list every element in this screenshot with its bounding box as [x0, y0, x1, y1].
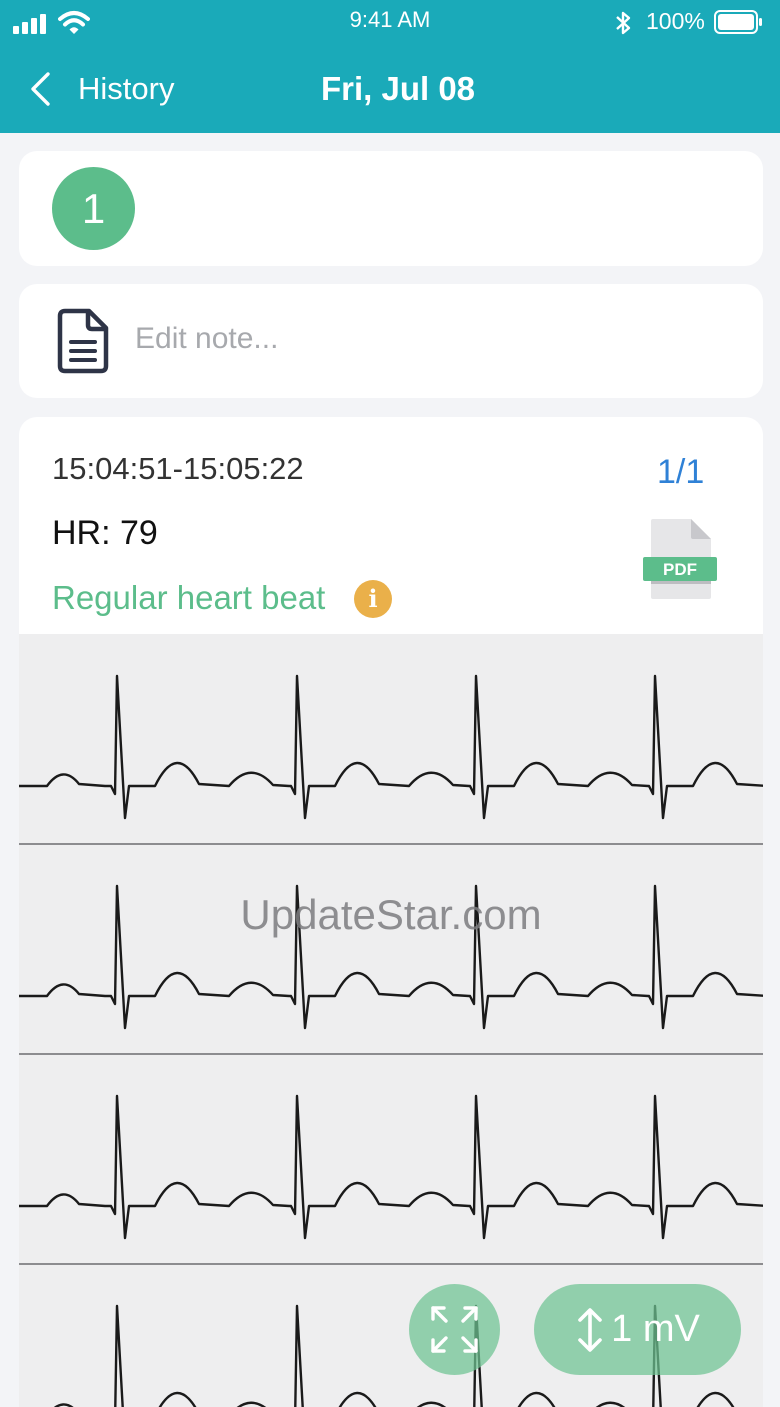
ecg-record-card: 15:04:51-15:05:22 1/1 HR: 79 Regular hea… — [19, 417, 763, 1407]
status-bar: 9:41 AM 100% — [0, 0, 780, 44]
chevron-left-icon — [31, 72, 50, 106]
note-placeholder: Edit note... — [135, 322, 279, 355]
page-title: Fri, Jul 08 — [320, 70, 476, 107]
ecg-trace — [19, 674, 763, 820]
back-button[interactable]: History — [28, 66, 174, 112]
battery-percent: 100% — [646, 8, 705, 34]
note-field[interactable]: Edit note... — [19, 284, 763, 398]
rhythm-result: Regular heart beat — [52, 579, 326, 616]
pdf-label: PDF — [663, 560, 697, 579]
battery-icon — [714, 10, 762, 34]
ecg-trace — [19, 1094, 763, 1240]
page-indicator[interactable]: 1/1 — [657, 453, 704, 492]
amplitude-scale-button[interactable]: 1 mV — [534, 1284, 741, 1375]
session-card: 1 — [19, 151, 763, 266]
amplitude-scale-label: 1 mV — [611, 1308, 700, 1350]
info-icon[interactable]: i — [354, 580, 392, 618]
session-number-badge: 1 — [52, 167, 135, 250]
ecg-trace — [19, 884, 763, 1030]
record-time-range: 15:04:51-15:05:22 — [52, 451, 304, 486]
top-header: 9:41 AM 100% History Fri, Jul 08 — [0, 0, 780, 133]
document-icon — [57, 308, 109, 374]
vertical-arrows-icon — [578, 1307, 602, 1352]
expand-icon — [431, 1306, 478, 1353]
fullscreen-button[interactable] — [409, 1284, 500, 1375]
heart-rate: HR: 79 — [52, 514, 158, 552]
pdf-export-icon[interactable]: PDF — [641, 517, 719, 601]
bluetooth-icon — [616, 11, 631, 35]
back-label: History — [78, 71, 175, 106]
